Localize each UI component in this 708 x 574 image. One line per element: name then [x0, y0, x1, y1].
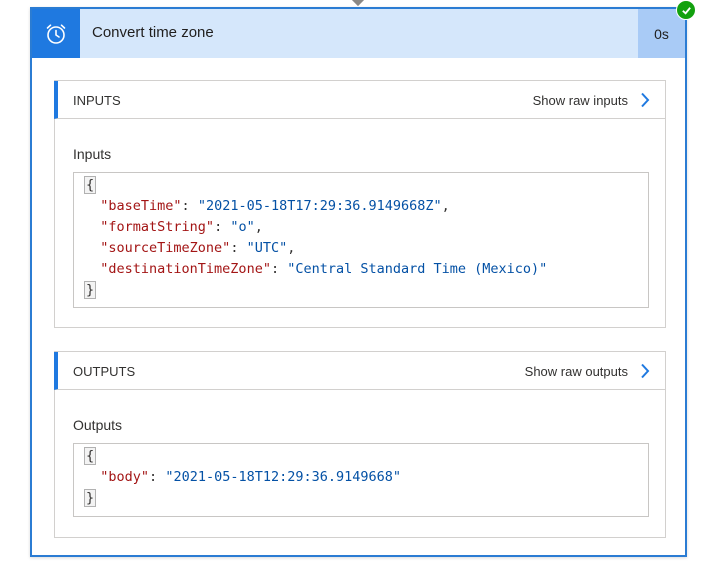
json-value: "2021-05-18T12:29:36.9149668": [165, 469, 402, 485]
close-brace: }: [84, 489, 97, 507]
close-brace: }: [84, 281, 97, 299]
json-key: "body": [100, 469, 150, 485]
show-raw-outputs-link[interactable]: Show raw outputs: [525, 352, 650, 390]
outputs-json-box: { "body": "2021-05-18T12:29:36.9149668" …: [73, 443, 649, 517]
inputs-json-box: { "baseTime": "2021-05-18T17:29:36.91496…: [73, 172, 649, 308]
json-key: "destinationTimeZone": [100, 261, 271, 277]
inputs-section: INPUTS Show raw inputs Inputs { "baseTim…: [54, 80, 666, 328]
json-key: "sourceTimeZone": [100, 240, 231, 256]
json-value: "o": [230, 219, 255, 235]
chevron-right-icon: [641, 363, 650, 379]
open-brace: {: [84, 176, 97, 194]
outputs-label: Outputs: [73, 417, 123, 433]
json-key: "formatString": [100, 219, 215, 235]
json-value: "2021-05-18T17:29:36.9149668Z": [197, 198, 442, 214]
chevron-right-icon: [641, 92, 650, 108]
alarm-clock-icon: [32, 9, 80, 58]
action-card: Convert time zone 0s INPUTS Show raw inp…: [30, 7, 687, 557]
flow-connector-arrow: [350, 0, 366, 7]
outputs-heading: OUTPUTS: [73, 364, 136, 379]
action-title: Convert time zone: [92, 24, 214, 41]
show-raw-inputs-label: Show raw inputs: [532, 92, 628, 108]
json-value: "Central Standard Time (Mexico)": [287, 261, 548, 277]
show-raw-inputs-link[interactable]: Show raw inputs: [533, 81, 650, 119]
json-value: "UTC": [246, 240, 288, 256]
inputs-label: Inputs: [73, 146, 112, 162]
json-key: "baseTime": [100, 198, 182, 214]
show-raw-outputs-label: Show raw outputs: [524, 363, 628, 379]
inputs-heading: INPUTS: [73, 93, 121, 108]
outputs-section: OUTPUTS Show raw outputs Outputs { "body…: [54, 351, 666, 538]
success-check-icon: [676, 0, 696, 20]
open-brace: {: [84, 447, 97, 465]
action-header[interactable]: Convert time zone 0s: [32, 9, 685, 58]
outputs-section-header: OUTPUTS Show raw outputs: [54, 352, 665, 390]
inputs-section-header: INPUTS Show raw inputs: [54, 81, 665, 119]
